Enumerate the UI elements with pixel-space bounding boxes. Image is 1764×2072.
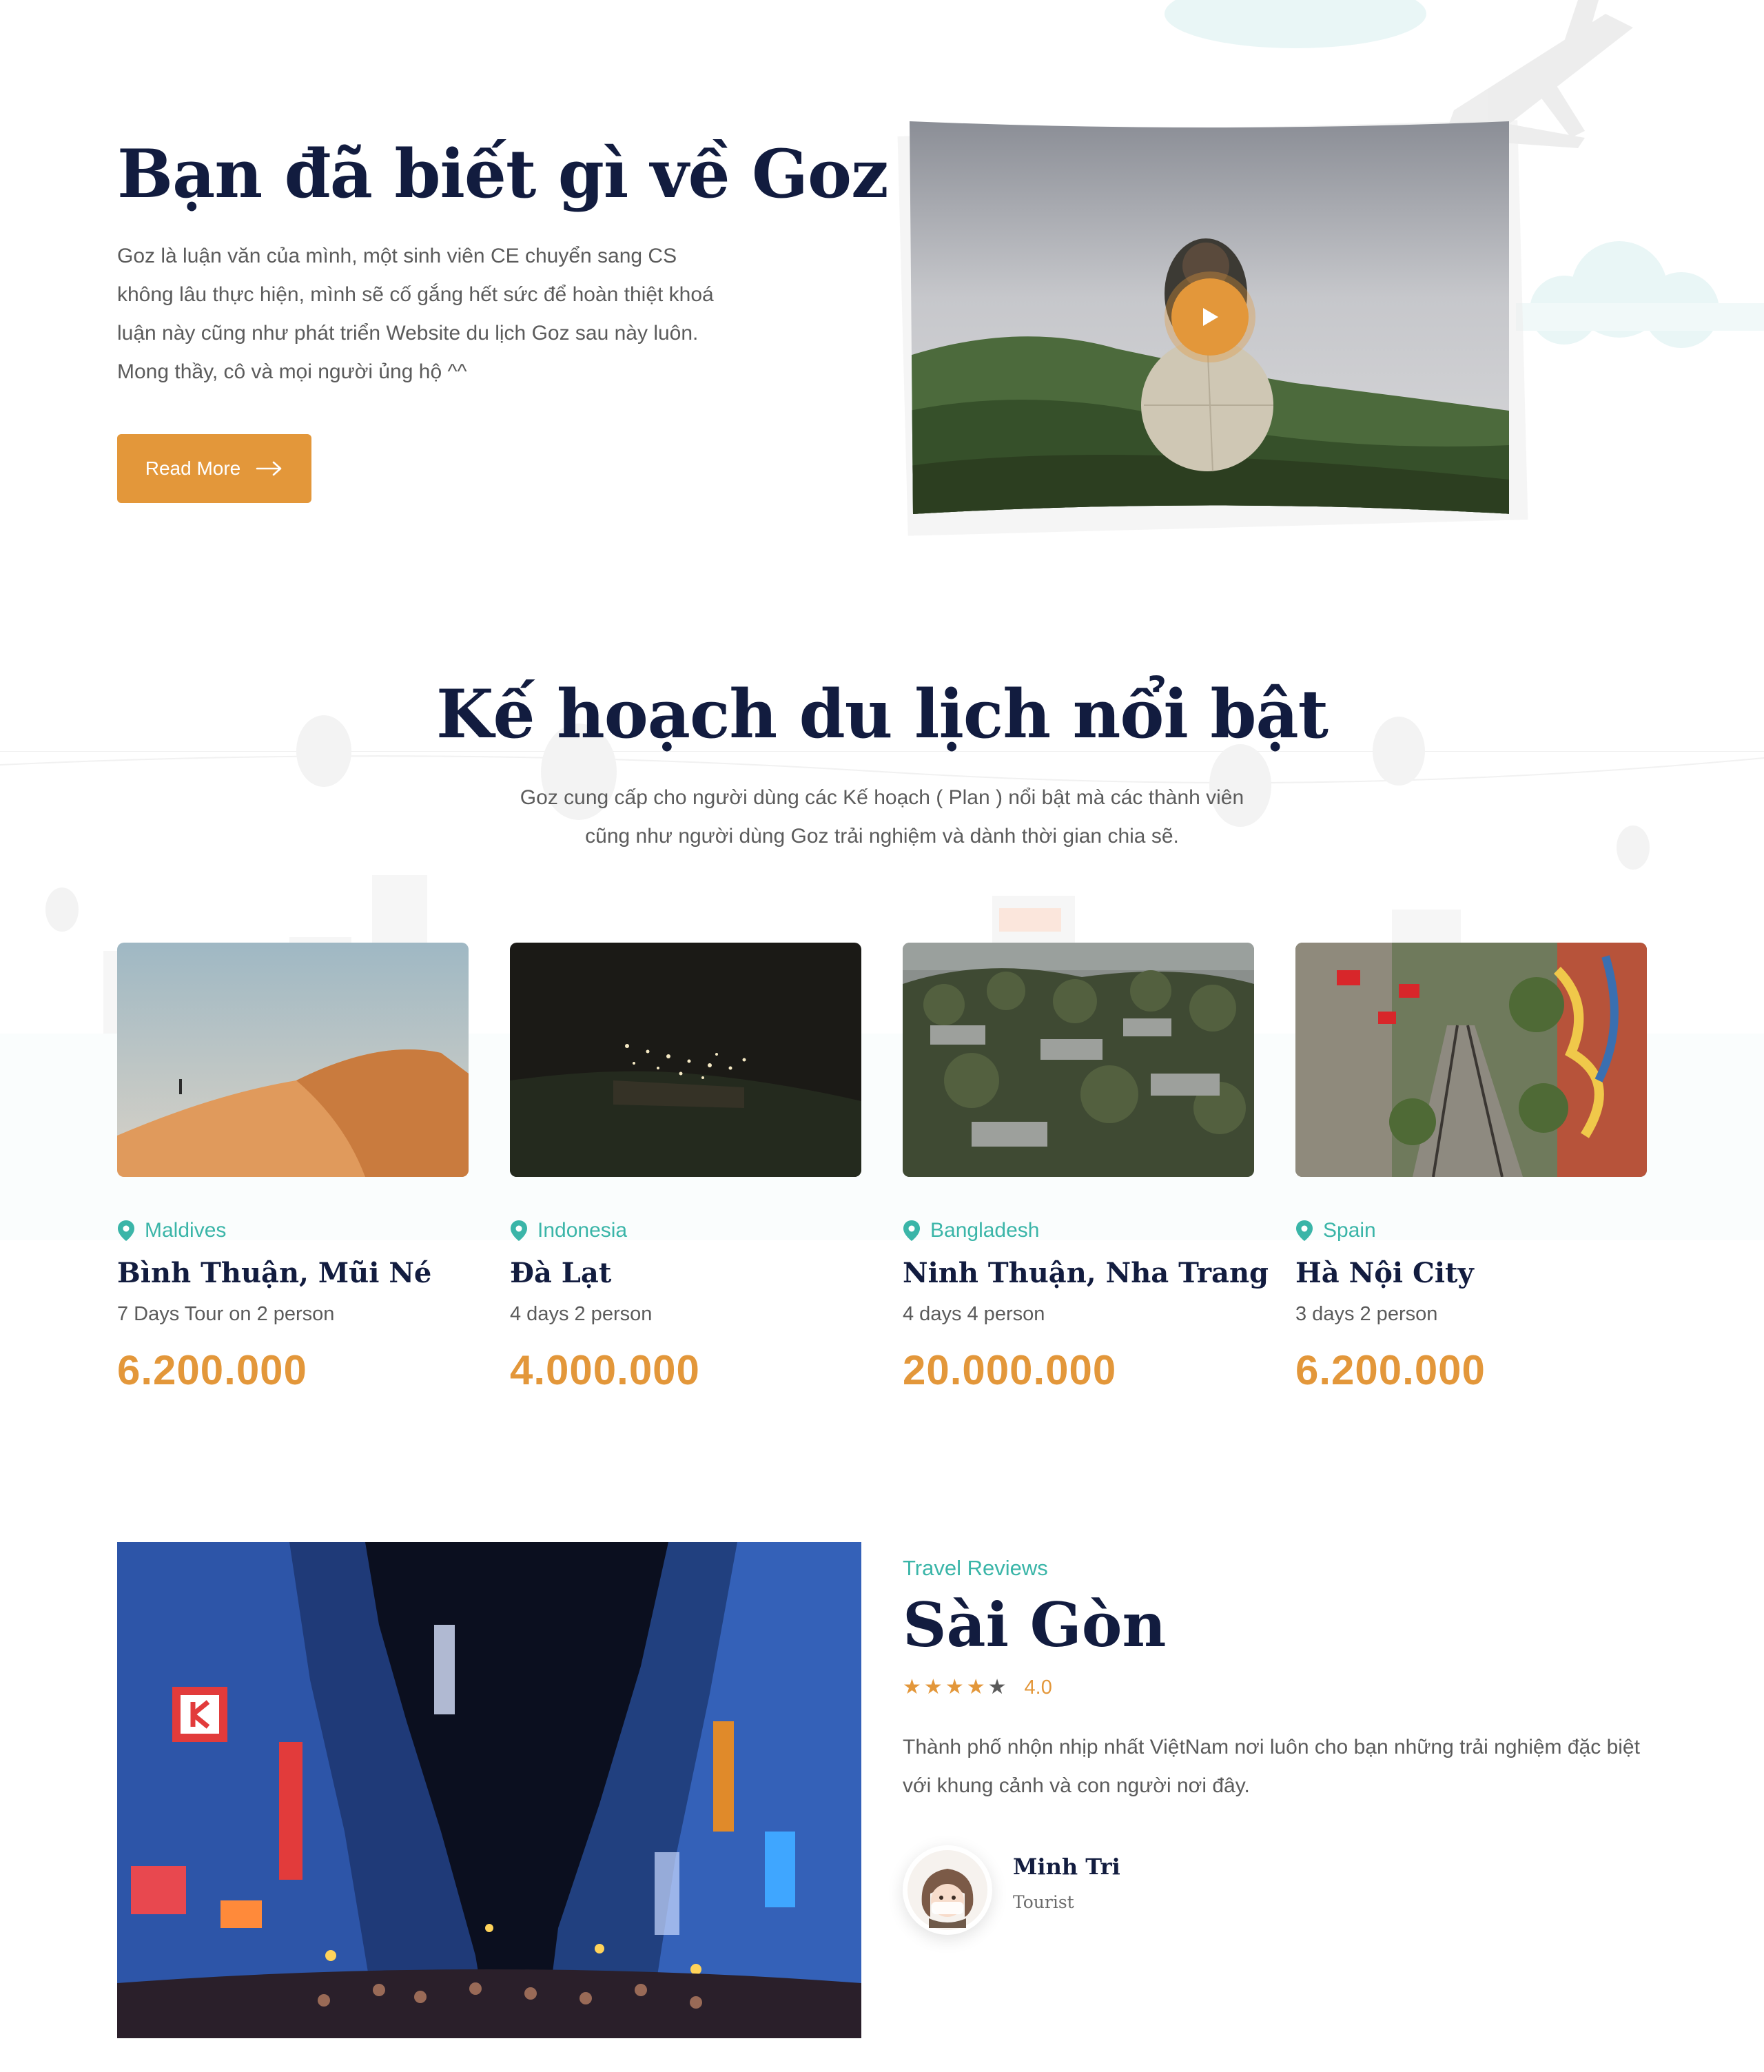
plan-card[interactable]: Indonesia Đà Lạt 4 days 2 person 4.000.0… bbox=[510, 943, 861, 1394]
plan-card-meta: 7 Days Tour on 2 person bbox=[117, 1303, 335, 1325]
map-pin-icon bbox=[903, 1220, 920, 1241]
plan-card-image[interactable] bbox=[117, 943, 469, 1177]
cloud-icon bbox=[1516, 241, 1764, 348]
plan-card-title[interactable]: Bình Thuận, Mũi Né bbox=[117, 1257, 469, 1289]
plan-card[interactable]: Bangladesh Ninh Thuận, Nha Trang 4 days … bbox=[903, 943, 1269, 1394]
avatar bbox=[903, 1845, 992, 1935]
star-icon: ★ bbox=[966, 1676, 985, 1699]
arrow-right-icon bbox=[256, 461, 282, 476]
plan-card-title[interactable]: Hà Nội City bbox=[1295, 1257, 1647, 1289]
star-icon: ★ bbox=[903, 1676, 921, 1699]
map-pin-icon bbox=[118, 1220, 134, 1241]
plans-title: Kế hoạch du lịch nổi bật bbox=[436, 675, 1329, 753]
plan-card-price: 20.000.000 bbox=[903, 1347, 1117, 1393]
plan-card[interactable]: Spain Hà Nội City 3 days 2 person 6.200.… bbox=[1295, 943, 1647, 1394]
plan-card-image[interactable] bbox=[903, 943, 1254, 1177]
map-pin-icon bbox=[511, 1220, 527, 1241]
review-rating: ★ ★ ★ ★ ★ 4.0 bbox=[903, 1676, 1052, 1699]
read-more-button[interactable]: Read More bbox=[117, 434, 311, 503]
review-tag: Travel Reviews bbox=[903, 1556, 1048, 1580]
play-icon bbox=[1203, 308, 1218, 326]
read-more-label: Read More bbox=[145, 458, 241, 479]
plan-card[interactable]: Maldives Bình Thuận, Mũi Né 7 Days Tour … bbox=[117, 943, 469, 1394]
review-image bbox=[117, 1542, 861, 2038]
plan-card-location: Maldives bbox=[145, 1219, 227, 1242]
review-city: Sài Gòn bbox=[903, 1589, 1167, 1661]
plan-card-location: Bangladesh bbox=[930, 1219, 1040, 1242]
map-pin-icon bbox=[1296, 1220, 1313, 1241]
plan-card-location: Indonesia bbox=[537, 1219, 628, 1242]
review-text: Thành phố nhộn nhịp nhất ViệtNam nơi luô… bbox=[903, 1736, 1640, 1797]
rating-value: 4.0 bbox=[1024, 1676, 1052, 1699]
star-icon: ★ bbox=[987, 1676, 1007, 1699]
plan-card-price: 4.000.000 bbox=[510, 1347, 700, 1393]
author-role: Tourist bbox=[1013, 1892, 1074, 1912]
author-name: Minh Tri bbox=[1013, 1854, 1120, 1880]
plans-subtitle: Goz cung cấp cho người dùng các Kế hoạch… bbox=[520, 786, 1244, 848]
plan-card-title[interactable]: Ninh Thuận, Nha Trang bbox=[903, 1257, 1269, 1289]
plan-card-location: Spain bbox=[1323, 1219, 1376, 1242]
plan-card-meta: 3 days 2 person bbox=[1295, 1303, 1438, 1325]
about-description: Goz là luận văn của mình, một sinh viên … bbox=[117, 245, 714, 383]
plan-card-price: 6.200.000 bbox=[1295, 1347, 1486, 1393]
plan-card-title[interactable]: Đà Lạt bbox=[510, 1257, 861, 1289]
plan-card-price: 6.200.000 bbox=[117, 1347, 307, 1393]
about-title: Bạn đã biết gì về Goz bbox=[117, 135, 889, 213]
play-button[interactable] bbox=[1171, 278, 1249, 356]
plan-card-image[interactable] bbox=[1295, 943, 1647, 1177]
plan-card-meta: 4 days 4 person bbox=[903, 1303, 1045, 1325]
star-icon: ★ bbox=[923, 1676, 943, 1699]
star-icon: ★ bbox=[945, 1676, 964, 1699]
plan-card-meta: 4 days 2 person bbox=[510, 1303, 653, 1325]
plan-card-image[interactable] bbox=[510, 943, 861, 1177]
